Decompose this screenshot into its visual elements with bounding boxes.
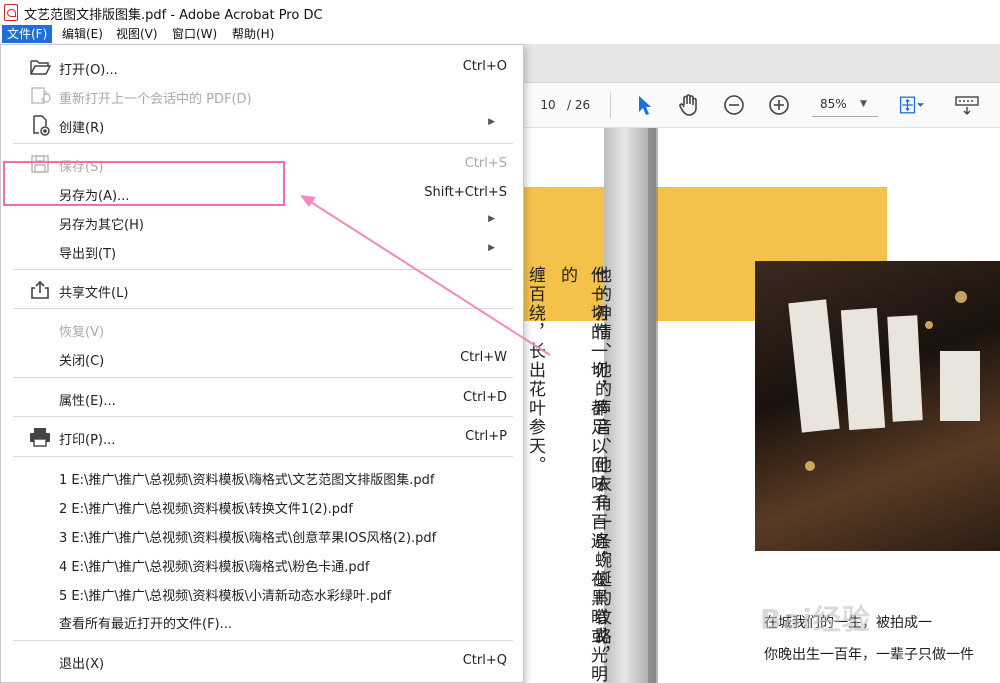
annotation-arrow-icon bbox=[300, 195, 551, 356]
